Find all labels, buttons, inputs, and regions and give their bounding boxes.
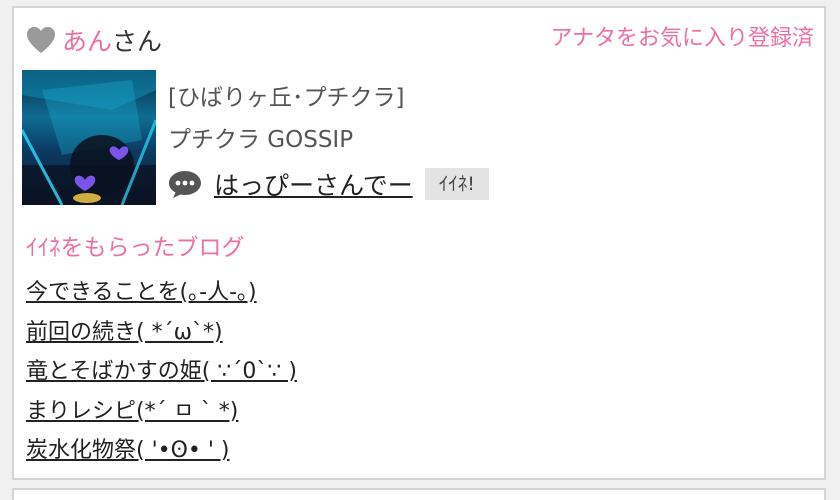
blog-link[interactable]: 前回の続き( *´ω`*) <box>26 320 223 345</box>
shop-info: [ひばりヶ丘･プチクラ] プチクラ GOSSIP <box>168 78 404 154</box>
shop-area: [ひばりヶ丘･プチクラ] <box>168 85 405 111</box>
blog-link[interactable]: 今できることを(｡-人-｡) <box>26 280 257 305</box>
user-name-suffix: さん <box>112 27 163 56</box>
blog-link[interactable]: まりレシピ(*´ ㅁ ` *) <box>26 399 238 424</box>
speech-bubble-icon <box>169 171 201 198</box>
shop-name[interactable]: プチクラ GOSSIP <box>168 120 404 154</box>
next-card-edge <box>12 488 826 500</box>
list-item: 竜とそばかすの姫( ∵´0`∵ ) <box>26 353 297 393</box>
list-item: まりレシピ(*´ ㅁ ` *) <box>26 393 297 433</box>
iine-button[interactable]: ｲｲﾈ! <box>424 168 489 200</box>
blog-like-card: あんさん アナタをお気に入り登録済 [ひばりヶ丘･プチクラ] プチクラ GOSS… <box>12 6 826 480</box>
liked-blog-list: 今できることを(｡-人-｡) 前回の続き( *´ω`*) 竜とそばかすの姫( ∵… <box>26 274 297 472</box>
favorite-status: アナタをお気に入り登録済 <box>550 26 814 51</box>
list-item: 今できることを(｡-人-｡) <box>26 274 297 314</box>
post-thumbnail[interactable] <box>22 70 156 205</box>
post-title-row: はっぴーさんでー ｲｲﾈ! <box>168 164 489 204</box>
user-name-text[interactable]: あん <box>62 27 112 56</box>
liked-blogs-heading: ｲｲﾈをもらったブログ <box>26 235 245 261</box>
post-title-link[interactable]: はっぴーさんでー <box>214 166 413 202</box>
blog-link[interactable]: 炭水化物祭( '•ʘ• ' ) <box>26 438 230 463</box>
user-row: あんさん <box>26 22 162 58</box>
heart-icon <box>27 26 55 54</box>
user-name[interactable]: あんさん <box>62 22 162 58</box>
blog-link[interactable]: 竜とそばかすの姫( ∵´0`∵ ) <box>26 359 297 384</box>
list-item: 炭水化物祭( '•ʘ• ' ) <box>26 432 297 472</box>
thumbnail-photo <box>22 70 156 205</box>
list-item: 前回の続き( *´ω`*) <box>26 314 297 354</box>
